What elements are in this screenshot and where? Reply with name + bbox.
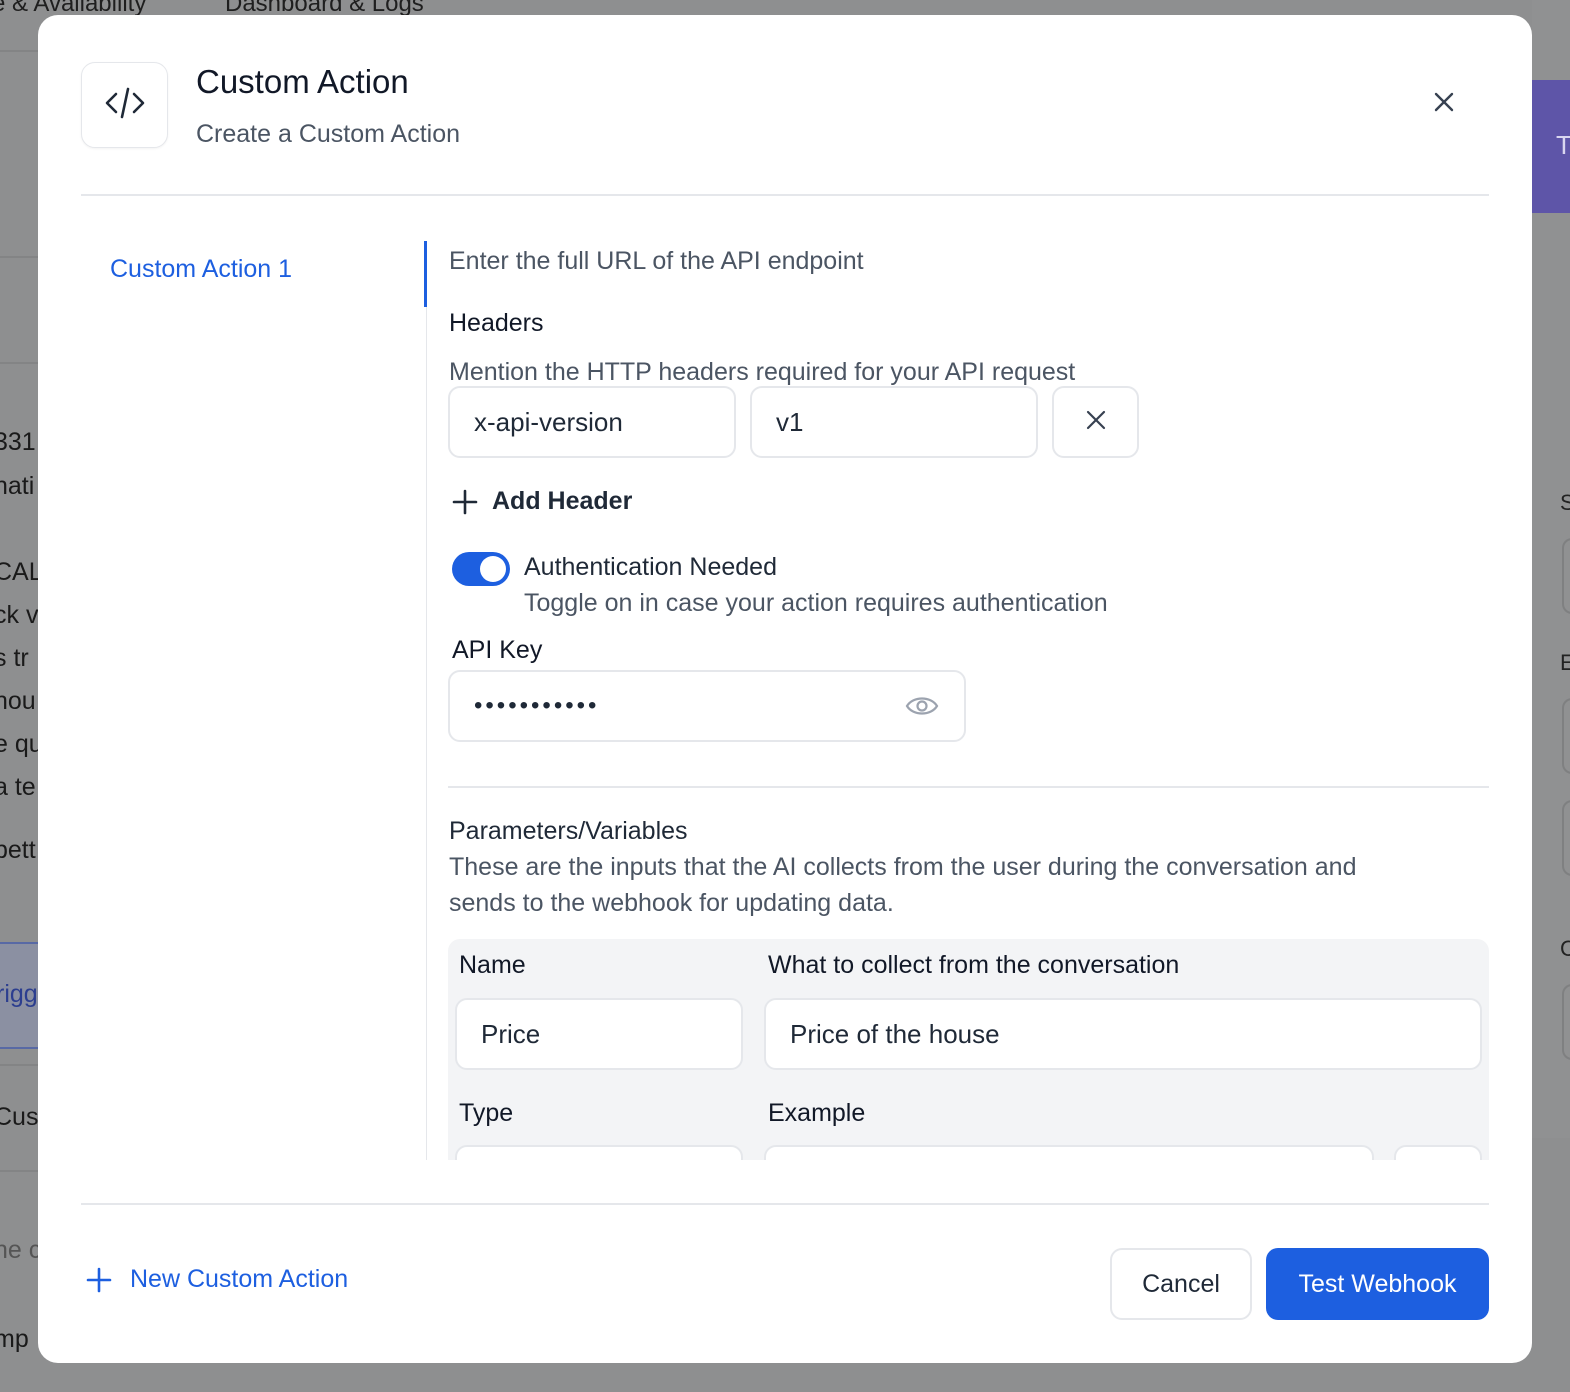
params-table: Name What to collect from the conversati… [448, 939, 1489, 1160]
show-api-key-button[interactable] [904, 692, 940, 720]
new-custom-action-label: New Custom Action [130, 1265, 349, 1293]
test-webhook-button[interactable]: Test Webhook [1266, 1248, 1489, 1320]
api-key-label: API Key [452, 636, 543, 664]
footer-divider [81, 1203, 1489, 1205]
headers-label: Headers [449, 309, 544, 337]
background-text: mp [0, 1325, 29, 1353]
background-text: ne c [0, 1236, 42, 1264]
add-header-button[interactable]: Add Header [452, 487, 632, 516]
cancel-button[interactable]: Cancel [1110, 1248, 1252, 1320]
background-text: e qu [0, 730, 43, 758]
param-name-input[interactable]: Price [455, 998, 743, 1070]
background-divider [0, 362, 40, 364]
background-field-edge [1562, 698, 1570, 774]
background-field-edge [1562, 984, 1570, 1060]
background-text: nati [0, 472, 35, 500]
url-help-text: Enter the full URL of the API endpoint [449, 247, 864, 275]
close-icon [1086, 410, 1106, 435]
auth-toggle[interactable] [452, 552, 510, 586]
modal-title: Custom Action [196, 63, 409, 100]
background-label: S [1560, 490, 1570, 515]
auth-label: Authentication Needed [524, 553, 777, 581]
background-divider [0, 1064, 40, 1066]
background-divider [0, 1170, 40, 1172]
background-text: bett [0, 836, 36, 864]
header-icon-box [81, 62, 168, 148]
header-key-input[interactable]: x-api-version [448, 386, 736, 458]
close-icon [1433, 91, 1455, 118]
background-text: a te [0, 773, 36, 801]
close-button[interactable] [1428, 88, 1460, 120]
background-panel-char: T [1556, 130, 1570, 160]
params-help-line2: sends to the webhook for updating data. [449, 889, 894, 917]
api-key-masked-value: ••••••••••• [474, 692, 600, 719]
remove-header-button[interactable] [1052, 386, 1139, 458]
background-divider [0, 50, 40, 52]
param-type-select[interactable]: Int [455, 1145, 743, 1160]
section-divider [448, 786, 1489, 788]
nav-divider [426, 307, 427, 1160]
params-help-line1: These are the inputs that the AI collect… [449, 853, 1357, 881]
code-icon [104, 86, 146, 125]
modal-subtitle: Create a Custom Action [196, 120, 461, 148]
header-divider [81, 194, 1489, 196]
param-collect-input[interactable]: Price of the house [764, 998, 1482, 1070]
headers-help-text: Mention the HTTP headers required for yo… [449, 358, 1076, 386]
background-field-edge [1562, 538, 1570, 614]
background-trigger-text: rigg [0, 980, 38, 1008]
type-column-label: Type [459, 1099, 514, 1127]
custom-action-modal: Custom Action Create a Custom Action Cus… [38, 15, 1532, 1363]
background-field-edge [1562, 800, 1570, 876]
plus-icon [452, 489, 478, 515]
name-column-label: Name [459, 951, 526, 979]
remove-param-button[interactable] [1394, 1145, 1482, 1160]
background-label: C [1560, 936, 1570, 961]
modal-header: Custom Action Create a Custom Action [38, 15, 1532, 196]
eye-icon [905, 694, 939, 718]
background-text: Cus [0, 1103, 39, 1131]
api-key-input[interactable]: ••••••••••• [448, 670, 966, 742]
nav-active-indicator [424, 241, 427, 307]
background-text: 331, [0, 428, 43, 456]
add-header-label: Add Header [492, 487, 633, 515]
header-value-input[interactable]: v1 [750, 386, 1038, 458]
background-text: ck v [0, 601, 39, 629]
nav-item-custom-action-1[interactable]: Custom Action 1 [110, 255, 292, 284]
example-column-label: Example [768, 1099, 866, 1127]
params-label: Parameters/Variables [449, 817, 688, 845]
toggle-knob [480, 556, 506, 582]
collect-column-label: What to collect from the conversation [768, 951, 1180, 979]
auth-help-text: Toggle on in case your action requires a… [524, 589, 1108, 617]
param-example-input[interactable]: 400000 [764, 1145, 1374, 1160]
background-label: E [1560, 650, 1570, 675]
new-custom-action-button[interactable]: New Custom Action [86, 1265, 348, 1294]
background-text: hou [0, 687, 36, 715]
background-divider [0, 256, 40, 258]
background-text: CAL [0, 558, 43, 586]
plus-icon [86, 1267, 112, 1293]
form-content[interactable]: Enter the full URL of the API endpoint H… [448, 225, 1491, 1160]
background-right-panel: T [1532, 80, 1570, 213]
background-text: s tr [0, 644, 29, 672]
